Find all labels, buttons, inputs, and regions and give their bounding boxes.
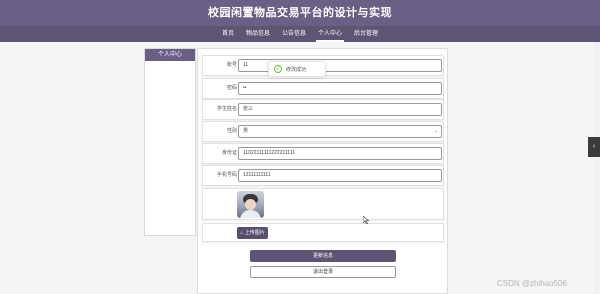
account-label: 账号 — [226, 62, 237, 68]
chevron-left-icon[interactable]: ‹ — [588, 137, 600, 157]
phone-label: 手机号码 — [216, 172, 237, 178]
sidebar: 个人中心 — [144, 48, 196, 236]
update-info-button[interactable]: 更新信息 — [250, 250, 396, 262]
field-row-gender: 性别 男 ⌄ — [202, 121, 444, 142]
top-header: 校园闲置物品交易平台的设计与实现 — [0, 0, 600, 26]
gender-label: 性别 — [226, 128, 237, 134]
gender-select[interactable]: 男 ⌄ — [238, 125, 442, 138]
upload-image-label: 上传图片 — [244, 230, 265, 236]
field-row-password: 密码 •• — [202, 78, 444, 99]
toast-message: 修改成功 — [286, 67, 307, 73]
check-circle-icon: ✓ — [274, 65, 282, 73]
nav-item-home[interactable]: 首页 — [216, 26, 240, 42]
page-scrollbar[interactable] — [594, 42, 600, 294]
sidebar-item-profile[interactable]: 个人中心 — [145, 49, 195, 61]
nav-item-profile[interactable]: 个人中心 — [312, 26, 348, 42]
id-card-input[interactable]: 11022111111222211111 — [238, 147, 442, 160]
upload-row: ⌂ 上传图片 — [202, 223, 444, 242]
field-row-id-card: 身份证 11022111111222211111 — [202, 143, 444, 164]
nav-item-goods[interactable]: 物品信息 — [240, 26, 276, 42]
avatar-body — [240, 210, 261, 218]
success-toast: ✓ 修改成功 — [268, 61, 326, 77]
mouse-cursor-icon — [363, 216, 369, 224]
password-label: 密码 — [226, 85, 237, 91]
main-nav: 首页 物品信息 公告信息 个人中心 后台管理 — [0, 26, 600, 42]
nav-item-admin[interactable]: 后台管理 — [348, 26, 384, 42]
id-card-label: 身份证 — [221, 150, 237, 156]
csdn-watermark: CSDN @zhihao506 — [497, 279, 567, 288]
site-title: 校园闲置物品交易平台的设计与实现 — [208, 6, 392, 19]
avatar — [237, 191, 264, 218]
avatar-row — [202, 188, 444, 220]
gender-select-value: 男 — [243, 128, 249, 134]
phone-input[interactable]: 13111111111 — [238, 169, 442, 182]
upload-image-button[interactable]: ⌂ 上传图片 — [237, 227, 268, 239]
chevron-down-icon: ⌄ — [433, 128, 438, 134]
logout-button[interactable]: 退出登录 — [250, 266, 396, 278]
student-name-input[interactable]: 张三 — [238, 103, 442, 116]
nav-item-notices[interactable]: 公告信息 — [276, 26, 312, 42]
home-icon: ⌂ — [240, 230, 244, 236]
field-row-student-name: 学生姓名 张三 — [202, 99, 444, 120]
field-row-phone: 手机号码 13111111111 — [202, 165, 444, 186]
password-input[interactable]: •• — [238, 82, 442, 95]
avatar-face — [245, 199, 256, 210]
student-name-label: 学生姓名 — [216, 106, 237, 112]
